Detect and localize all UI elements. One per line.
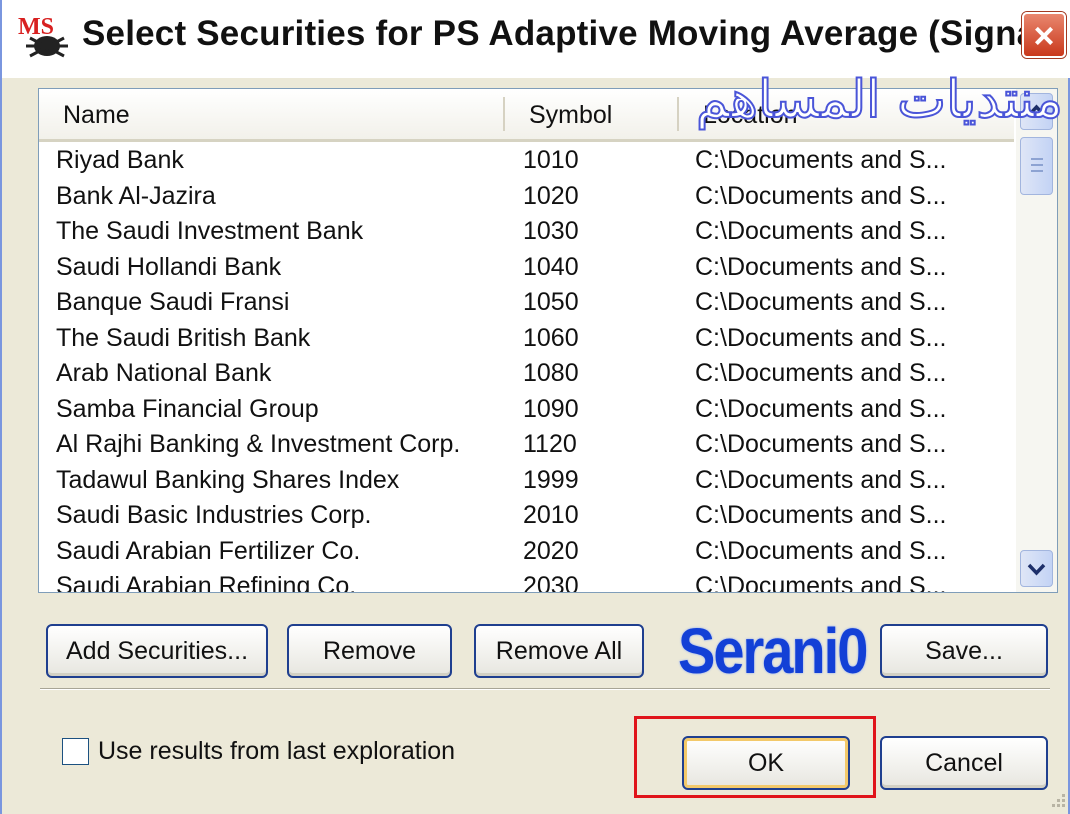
security-location: C:\Documents and S... (695, 146, 947, 174)
divider (40, 688, 1050, 690)
security-symbol: 1010 (523, 146, 579, 174)
grip-line (1031, 158, 1043, 160)
table-row[interactable]: Saudi Arabian Refining Co. 2030 C:\Documen… (39, 570, 1014, 593)
security-location: C:\Documents and S... (695, 181, 947, 210)
window-title: Select Securities for PS Adaptive Moving… (82, 14, 1059, 53)
security-name: The Saudi Investment Bank (56, 217, 364, 245)
security-name: Bank Al-Jazira (56, 181, 216, 210)
table-row[interactable]: Riyad Bank 1010 C:\Documents and S... (39, 144, 1014, 180)
security-location: C:\Documents and S... (695, 323, 947, 352)
security-symbol: 1040 (523, 252, 579, 281)
scroll-thumb[interactable] (1020, 137, 1053, 195)
security-name: Tadawul Banking Shares Index (56, 465, 400, 494)
table-row[interactable]: Arab National Bank 1080 C:\Documents and S… (39, 357, 1014, 393)
select-securities-dialog: MS Select Securities for PS Adaptive Mov… (0, 0, 1070, 814)
security-location: C:\Documents and S... (695, 465, 947, 494)
add-securities-button[interactable]: Add Securities... (46, 624, 268, 678)
vertical-scrollbar[interactable] (1016, 89, 1057, 592)
use-last-exploration-label[interactable]: Use results from last exploration (98, 737, 455, 766)
close-icon: × (1033, 15, 1055, 56)
security-location: C:\Documents and S... (695, 359, 947, 387)
brand-watermark: Serani0 (678, 614, 868, 687)
use-last-exploration-checkbox[interactable] (62, 738, 89, 765)
chevron-down-icon (1027, 563, 1046, 576)
security-symbol: 2020 (523, 536, 579, 565)
security-symbol: 1060 (523, 323, 579, 352)
ms-app-icon: MS (18, 14, 68, 58)
security-location: C:\Documents and S... (695, 501, 947, 529)
table-row[interactable]: Tadawul Banking Shares Index 1999 C:\Docum… (39, 464, 1014, 500)
table-row[interactable]: The Saudi Investment Bank 1030 C:\Document… (39, 215, 1014, 251)
security-location: C:\Documents and S... (695, 217, 947, 245)
security-symbol: 2030 (523, 572, 579, 593)
security-name: Al Rajhi Banking & Investment Corp. (56, 430, 461, 458)
security-name: Saudi Basic Industries Corp. (56, 501, 372, 529)
security-name: Saudi Hollandi Bank (56, 252, 282, 281)
security-symbol: 2010 (523, 501, 579, 529)
column-header-name[interactable]: Name (63, 101, 130, 130)
title-bar[interactable]: MS Select Securities for PS Adaptive Mov… (2, 0, 1070, 78)
column-divider[interactable] (503, 97, 505, 131)
remove-button[interactable]: Remove (287, 624, 452, 678)
security-symbol: 1050 (523, 288, 579, 316)
security-location: C:\Documents and S... (695, 394, 947, 423)
security-location: C:\Documents and S... (695, 288, 947, 316)
security-location: C:\Documents and S... (695, 252, 947, 281)
table-row[interactable]: Banque Saudi Fransi 1050 C:\Documents and … (39, 286, 1014, 322)
security-location: C:\Documents and S... (695, 572, 947, 593)
remove-all-button[interactable]: Remove All (474, 624, 644, 678)
close-button[interactable]: × (1022, 12, 1066, 58)
security-symbol: 1120 (523, 430, 577, 458)
security-location: C:\Documents and S... (695, 536, 947, 565)
table-row[interactable]: Al Rajhi Banking & Investment Corp. 1120 C… (39, 428, 1014, 464)
table-row[interactable]: Saudi Basic Industries Corp. 2010 C:\Docum… (39, 499, 1014, 535)
scroll-down-button[interactable] (1020, 550, 1053, 587)
table-row[interactable]: Saudi Hollandi Bank 1040 C:\Documents and … (39, 251, 1014, 287)
save-button[interactable]: Save... (880, 624, 1048, 678)
security-name: Riyad Bank (56, 146, 184, 174)
cancel-button[interactable]: Cancel (880, 736, 1048, 790)
security-symbol: 1020 (523, 181, 579, 210)
table-row[interactable]: Saudi Arabian Fertilizer Co. 2020 C:\Docum… (39, 535, 1014, 571)
column-header-symbol[interactable]: Symbol (529, 101, 612, 130)
grip-line (1031, 170, 1043, 172)
security-symbol: 1090 (523, 394, 579, 423)
security-symbol: 1999 (523, 465, 579, 494)
security-name: The Saudi British Bank (56, 323, 311, 352)
resize-grip-icon[interactable] (1046, 790, 1068, 812)
security-symbol: 1030 (523, 217, 579, 245)
securities-list[interactable]: Name Symbol Location Riyad Bank 1010 C:\Do… (38, 88, 1058, 593)
security-location: C:\Documents and S... (695, 430, 947, 458)
security-name: Banque Saudi Fransi (56, 288, 290, 316)
grip-line (1031, 164, 1043, 166)
forum-watermark: منتديات المساهم (695, 69, 1064, 131)
security-name: Saudi Arabian Fertilizer Co. (56, 536, 361, 565)
security-name: Samba Financial Group (56, 394, 319, 423)
security-symbol: 1080 (523, 359, 579, 387)
ok-highlight-box (634, 716, 876, 798)
table-row[interactable]: The Saudi British Bank 1060 C:\Documents a… (39, 322, 1014, 358)
column-divider[interactable] (677, 97, 679, 131)
table-row[interactable]: Bank Al-Jazira 1020 C:\Documents and S... (39, 180, 1014, 216)
security-name: Arab National Bank (56, 359, 272, 387)
security-name: Saudi Arabian Refining Co. (56, 572, 357, 593)
table-row[interactable]: Samba Financial Group 1090 C:\Documents an… (39, 393, 1014, 429)
